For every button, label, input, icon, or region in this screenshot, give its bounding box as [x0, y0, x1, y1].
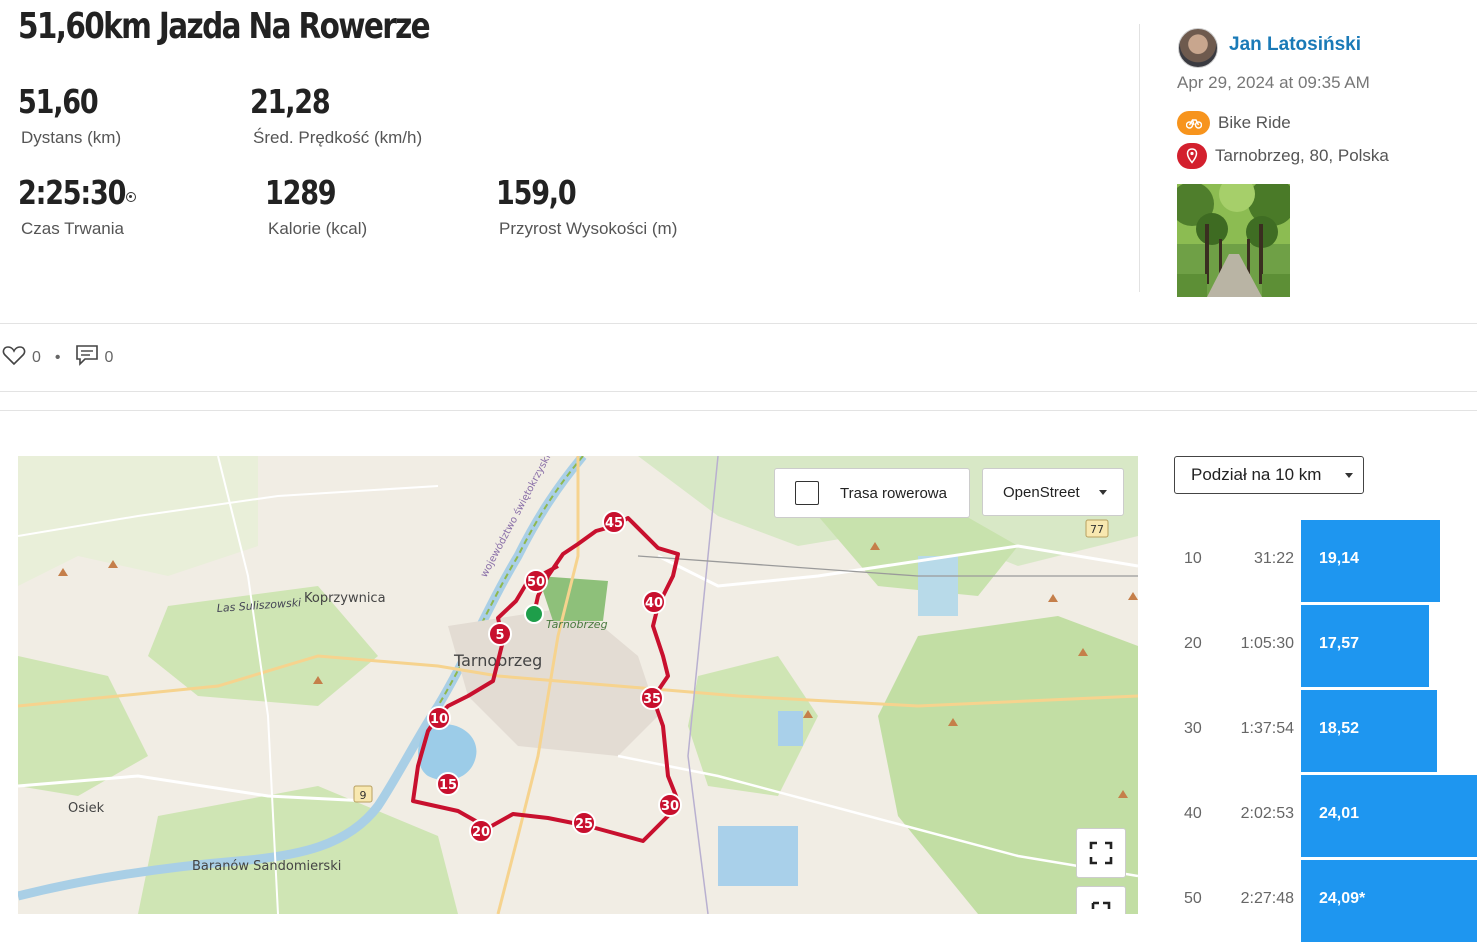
activity-date: Apr 29, 2024 at 09:35 AM [1177, 73, 1370, 92]
road-9-label: 9 [360, 789, 367, 802]
user-name-link[interactable]: Jan Latosiński [1229, 34, 1361, 56]
split-interval-select[interactable]: Podział na 10 km [1174, 456, 1364, 494]
activity-title: 51,60km Jazda Na Rowerze [18, 6, 431, 47]
road-77-label: 77 [1090, 523, 1104, 536]
split-time: 2:27:48 [1240, 890, 1294, 907]
split-speed: 18,52 [1319, 720, 1360, 737]
locate-icon [1091, 901, 1111, 909]
duration-info-icon[interactable] [126, 192, 136, 202]
route-map[interactable]: 9 77 Tarnobrzeg Tarnobrzeg Koprzywnica L… [18, 456, 1138, 914]
stat-distance-label: Dystans (km) [21, 128, 122, 147]
split-interval-label: Podział na 10 km [1191, 465, 1322, 484]
split-row: 30 1:37:54 18,52 [1174, 690, 1477, 772]
activity-type-label: Bike Ride [1218, 113, 1291, 132]
stat-speed-value: 21,28 [250, 82, 331, 121]
route-start-marker [524, 604, 544, 624]
split-km: 40 [1184, 805, 1202, 822]
svg-text:20: 20 [472, 825, 490, 840]
split-speed: 24,09* [1319, 890, 1366, 907]
stat-elevation-value: 159,0 [496, 173, 577, 212]
split-speed: 17,57 [1319, 635, 1360, 652]
chevron-down-icon [1099, 489, 1107, 495]
divider-top [0, 323, 1477, 324]
location-pin-icon [1177, 143, 1207, 169]
locate-button[interactable] [1076, 886, 1126, 914]
fullscreen-button[interactable] [1076, 828, 1126, 878]
location-label: Tarnobrzeg, 80, Polska [1215, 146, 1389, 165]
split-time: 31:22 [1253, 550, 1294, 567]
map-layer-select[interactable]: OpenStreet [982, 468, 1124, 516]
split-speed: 19,14 [1319, 550, 1360, 567]
svg-text:35: 35 [643, 692, 661, 707]
split-speed-bar: 17,57 [1301, 605, 1429, 687]
activity-photo[interactable] [1177, 184, 1290, 297]
stat-distance-value: 51,60 [18, 82, 99, 121]
heart-icon[interactable] [2, 344, 26, 371]
stat-calories-label: Kalorie (kcal) [268, 219, 368, 238]
map-label-koprzywnica: Koprzywnica [304, 591, 386, 606]
split-row: 40 2:02:53 24,01 [1174, 775, 1477, 857]
split-speed-bar: 18,52 [1301, 690, 1437, 772]
stat-duration-value: 2:25:30 [18, 173, 126, 212]
split-row: 20 1:05:30 17,57 [1174, 605, 1477, 687]
svg-text:45: 45 [605, 516, 623, 531]
split-speed-bar: 24,01 [1301, 775, 1477, 857]
map-layer-label: OpenStreet [1003, 483, 1080, 501]
map-label-osiek: Osiek [68, 801, 105, 816]
bike-route-toggle[interactable]: Trasa rowerowa [774, 468, 970, 518]
svg-text:15: 15 [439, 778, 457, 793]
svg-text:5: 5 [495, 628, 504, 643]
split-km: 30 [1184, 720, 1202, 737]
fullscreen-icon [1089, 841, 1113, 865]
stat-calories-value: 1289 [265, 173, 337, 212]
route-km-marker: 45 [602, 510, 626, 534]
split-row: 10 31:22 19,14 [1174, 520, 1477, 602]
route-km-marker: 5 [488, 622, 512, 646]
dot-separator: • [54, 348, 61, 366]
split-time: 2:02:53 [1240, 805, 1294, 822]
split-speed: 24,01 [1319, 805, 1360, 822]
bike-icon [1177, 111, 1210, 135]
svg-text:10: 10 [430, 712, 448, 727]
split-row: 50 2:27:48 24,09* [1174, 860, 1477, 942]
split-km: 20 [1184, 635, 1202, 652]
divider-mid [0, 391, 1477, 392]
split-km: 10 [1184, 550, 1202, 567]
svg-text:40: 40 [645, 596, 663, 611]
split-speed-bar: 19,14 [1301, 520, 1440, 602]
stat-elevation-label: Przyrost Wysokości (m) [499, 219, 678, 238]
map-label-tarnobrzeg-small: Tarnobrzeg [546, 618, 608, 631]
route-km-marker: 35 [640, 686, 664, 710]
divider-lower [0, 410, 1477, 411]
activity-type-row: Bike Ride [1177, 111, 1291, 135]
svg-text:25: 25 [575, 817, 593, 832]
bike-route-label: Trasa rowerowa [840, 484, 947, 502]
svg-text:50: 50 [527, 575, 545, 590]
route-km-marker: 20 [469, 819, 493, 843]
comment-icon[interactable] [75, 344, 99, 371]
avatar[interactable] [1178, 28, 1218, 68]
location-row: Tarnobrzeg, 80, Polska [1177, 143, 1389, 169]
stat-speed-label: Śred. Prędkość (km/h) [253, 128, 423, 147]
route-km-marker: 30 [658, 793, 682, 817]
route-km-marker: 10 [427, 706, 451, 730]
map-label-baranow: Baranów Sandomierski [192, 859, 341, 874]
stat-duration-label: Czas Trwania [21, 219, 124, 238]
route-km-marker: 50 [524, 569, 548, 593]
split-speed-bar: 24,09* [1301, 860, 1477, 942]
split-time: 1:37:54 [1240, 720, 1294, 737]
route-km-marker: 40 [642, 590, 666, 614]
chevron-down-icon [1345, 472, 1353, 478]
svg-text:30: 30 [661, 799, 679, 814]
route-km-marker: 15 [436, 772, 460, 796]
split-km: 50 [1184, 890, 1202, 907]
route-km-marker: 25 [572, 811, 596, 835]
likes-count: 0 [32, 348, 41, 366]
vertical-divider [1139, 24, 1140, 292]
social-bar: 0 • 0 [2, 344, 113, 371]
comments-count: 0 [104, 348, 114, 366]
split-time: 1:05:30 [1240, 635, 1294, 652]
bike-route-checkbox[interactable] [795, 481, 819, 505]
